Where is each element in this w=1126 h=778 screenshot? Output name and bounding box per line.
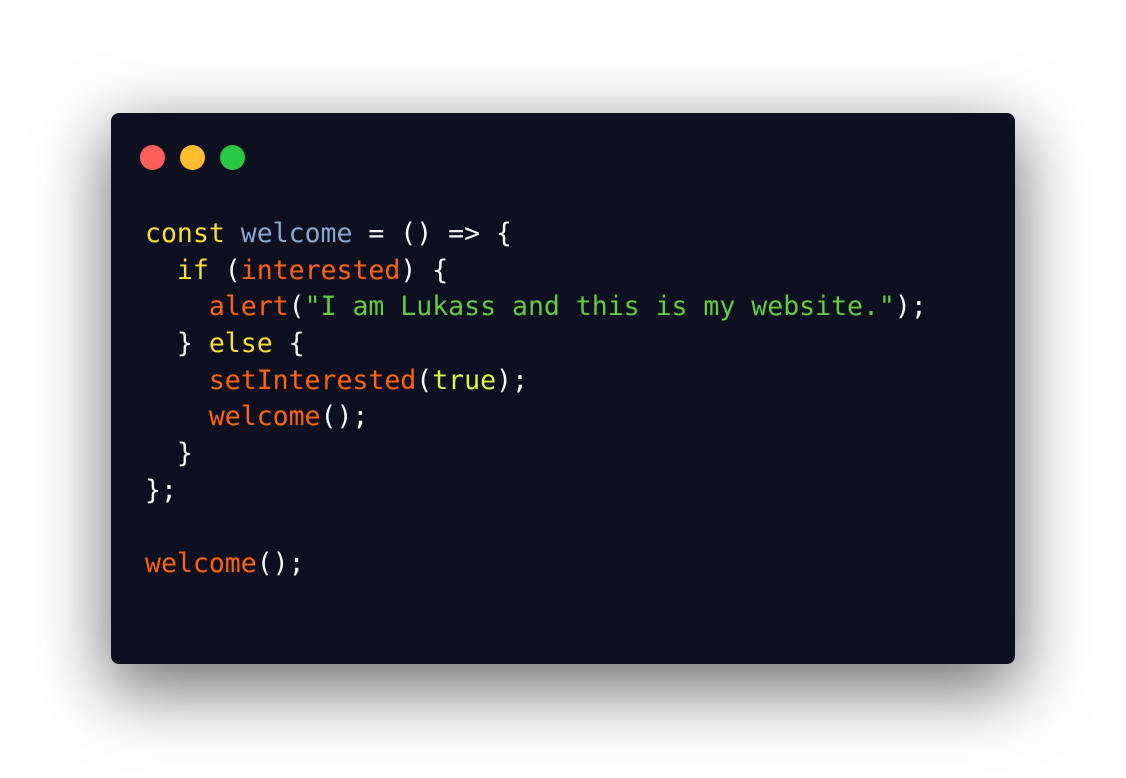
code-line: } [145,436,927,473]
code-token-punctuation: ); [894,291,927,323]
code-block: const welcome = () => { if (interested) … [145,216,927,583]
code-token-function: setInterested [208,364,417,396]
code-token-punctuation: ( [288,291,305,323]
code-token-punctuation [145,255,177,286]
code-token-punctuation: } [145,328,209,360]
maximize-button[interactable] [220,145,245,170]
code-line: welcome(); [145,399,927,436]
code-token-punctuation: ( [208,254,241,286]
code-token-punctuation [145,365,209,396]
code-token-punctuation [145,401,209,432]
code-token-keyword: const [145,218,225,249]
code-token-punctuation: } [145,438,193,470]
code-token-function: interested [240,254,401,286]
code-line: if (interested) { [145,253,927,290]
code-line: } else { [145,326,927,363]
code-token-function: welcome [145,548,257,580]
code-token-punctuation: (); [256,548,305,580]
code-token-punctuation: { [272,328,305,360]
code-line: }; [145,473,927,510]
code-line: welcome(); [145,546,927,583]
code-line: setInterested(true); [145,363,927,400]
code-token-punctuation: ); [496,364,528,396]
close-button[interactable] [140,145,165,170]
code-token-keyword: else [208,328,273,360]
code-token-punctuation: (); [320,401,369,433]
code-token-identifier: welcome [240,218,353,249]
code-token-punctuation [225,218,241,249]
code-token-punctuation: ) { [400,254,449,286]
code-line: alert("I am Lukass and this is my websit… [145,289,927,326]
code-token-string: "I am Lukass and this is my website." [304,291,895,323]
code-token-punctuation: }; [145,474,177,506]
code-line: const welcome = () => { [145,216,927,253]
code-token-function: welcome [208,401,321,433]
window-controls [140,145,245,170]
code-line: ​ [145,510,927,547]
minimize-button[interactable] [180,145,205,170]
code-token-boolean: true [432,364,497,396]
code-token-punctuation [145,291,209,322]
code-token-keyword: if [176,254,209,286]
code-token-punctuation: = () => { [352,218,512,249]
code-token-punctuation: ( [416,364,433,396]
code-window: const welcome = () => { if (interested) … [111,113,1015,664]
code-token-function: alert [208,291,289,323]
